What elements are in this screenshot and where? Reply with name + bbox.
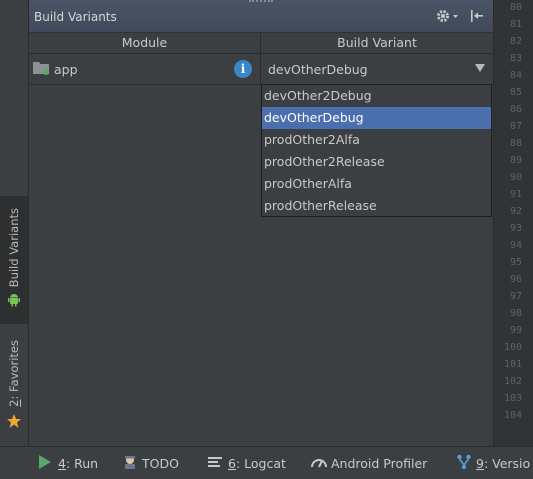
profiler-gauge-icon [311, 456, 327, 471]
logcat-tab-label: : Logcat [235, 455, 286, 471]
android-icon [7, 293, 21, 310]
line-number: 99 [509, 325, 522, 336]
tab-favorites-label: 2: Favorites [7, 340, 21, 407]
module-name: app [54, 62, 78, 77]
tab-favorites-text: : Favorites [7, 340, 21, 400]
android-profiler-tab[interactable]: Android Profiler [311, 447, 427, 479]
editor-gutter: 80 81 82 83 84 85 86 87 88 89 90 91 92 9… [493, 0, 533, 446]
table-row: app i devOtherDebug [29, 54, 493, 85]
version-control-icon [456, 454, 472, 473]
module-cell[interactable]: app i [29, 54, 260, 84]
line-number: 82 [509, 36, 522, 47]
version-control-tab-num: 9 [476, 455, 484, 471]
dropdown-option[interactable]: prodOther2Release [262, 151, 491, 173]
run-tab-label: : Run [65, 455, 99, 471]
line-number: 98 [509, 308, 522, 319]
line-number: 86 [509, 104, 522, 115]
logcat-tab[interactable]: 6: Logcat [208, 447, 286, 479]
todo-icon [122, 454, 138, 473]
line-number: 97 [509, 291, 522, 302]
line-number: 85 [509, 87, 522, 98]
line-number: 92 [509, 206, 522, 217]
line-number: 80 [509, 2, 522, 13]
hide-panel-icon[interactable] [469, 8, 485, 27]
logcat-icon [208, 456, 222, 471]
tab-favorites[interactable]: 2: Favorites [0, 340, 28, 440]
line-number: 100 [503, 342, 522, 353]
line-number: 83 [509, 53, 522, 64]
line-number: 89 [509, 155, 522, 166]
line-number: 84 [509, 70, 522, 81]
resize-grip[interactable] [249, 0, 273, 5]
dropdown-option[interactable]: devOther2Debug [262, 85, 491, 107]
panel-title: Build Variants [34, 10, 117, 24]
build-variant-combobox[interactable]: devOtherDebug [262, 54, 493, 84]
line-number: 88 [509, 138, 522, 149]
table-header: Module Build Variant [29, 33, 493, 54]
line-number: 87 [509, 121, 522, 132]
line-number: 102 [503, 376, 522, 387]
info-icon[interactable]: i [234, 60, 252, 78]
bottom-tool-bar: 4: Run TODO 6: Logcat Android Profiler 9… [0, 446, 533, 479]
star-icon [6, 413, 22, 432]
version-control-tab[interactable]: 9: Versio [456, 447, 530, 479]
logcat-tab-num: 6 [228, 455, 236, 471]
line-number: 93 [509, 223, 522, 234]
line-number: 81 [509, 19, 522, 30]
line-number: 95 [509, 257, 522, 268]
build-variants-panel: Build Variants Module Build Variant app … [29, 0, 493, 446]
tab-favorites-num: 2 [7, 399, 21, 407]
dropdown-option[interactable]: prodOtherRelease [262, 195, 491, 217]
dropdown-arrow-icon[interactable] [475, 64, 485, 72]
module-folder-icon [33, 61, 50, 75]
dropdown-option[interactable]: prodOther2Alfa [262, 129, 491, 151]
run-tab[interactable]: 4: Run [38, 447, 98, 479]
line-number: 94 [509, 240, 522, 251]
settings-gear-icon[interactable] [435, 8, 459, 27]
column-header-module[interactable]: Module [29, 33, 260, 53]
left-tool-strip: Build Variants 2: Favorites [0, 0, 29, 446]
column-header-build-variant[interactable]: Build Variant [261, 33, 493, 53]
build-variant-dropdown-list: devOther2Debug devOtherDebug prodOther2A… [261, 84, 492, 217]
dropdown-option-selected[interactable]: devOtherDebug [262, 107, 491, 129]
line-number: 103 [503, 393, 522, 404]
line-number: 96 [509, 274, 522, 285]
todo-tab-label: TODO [142, 455, 179, 471]
run-tab-num: 4 [58, 455, 66, 471]
run-play-icon [38, 454, 52, 473]
panel-header: Build Variants [29, 0, 493, 33]
line-number: 91 [509, 189, 522, 200]
line-number: 104 [503, 410, 522, 421]
android-profiler-tab-label: Android Profiler [331, 455, 428, 471]
tab-build-variants[interactable]: Build Variants [0, 196, 28, 324]
dropdown-option[interactable]: prodOtherAlfa [262, 173, 491, 195]
line-number: 101 [503, 359, 522, 370]
tab-build-variants-label: Build Variants [7, 208, 21, 288]
todo-tab[interactable]: TODO [122, 447, 179, 479]
line-number: 90 [509, 172, 522, 183]
version-control-tab-label: : Versio [483, 455, 531, 471]
build-variant-value: devOtherDebug [268, 62, 368, 77]
